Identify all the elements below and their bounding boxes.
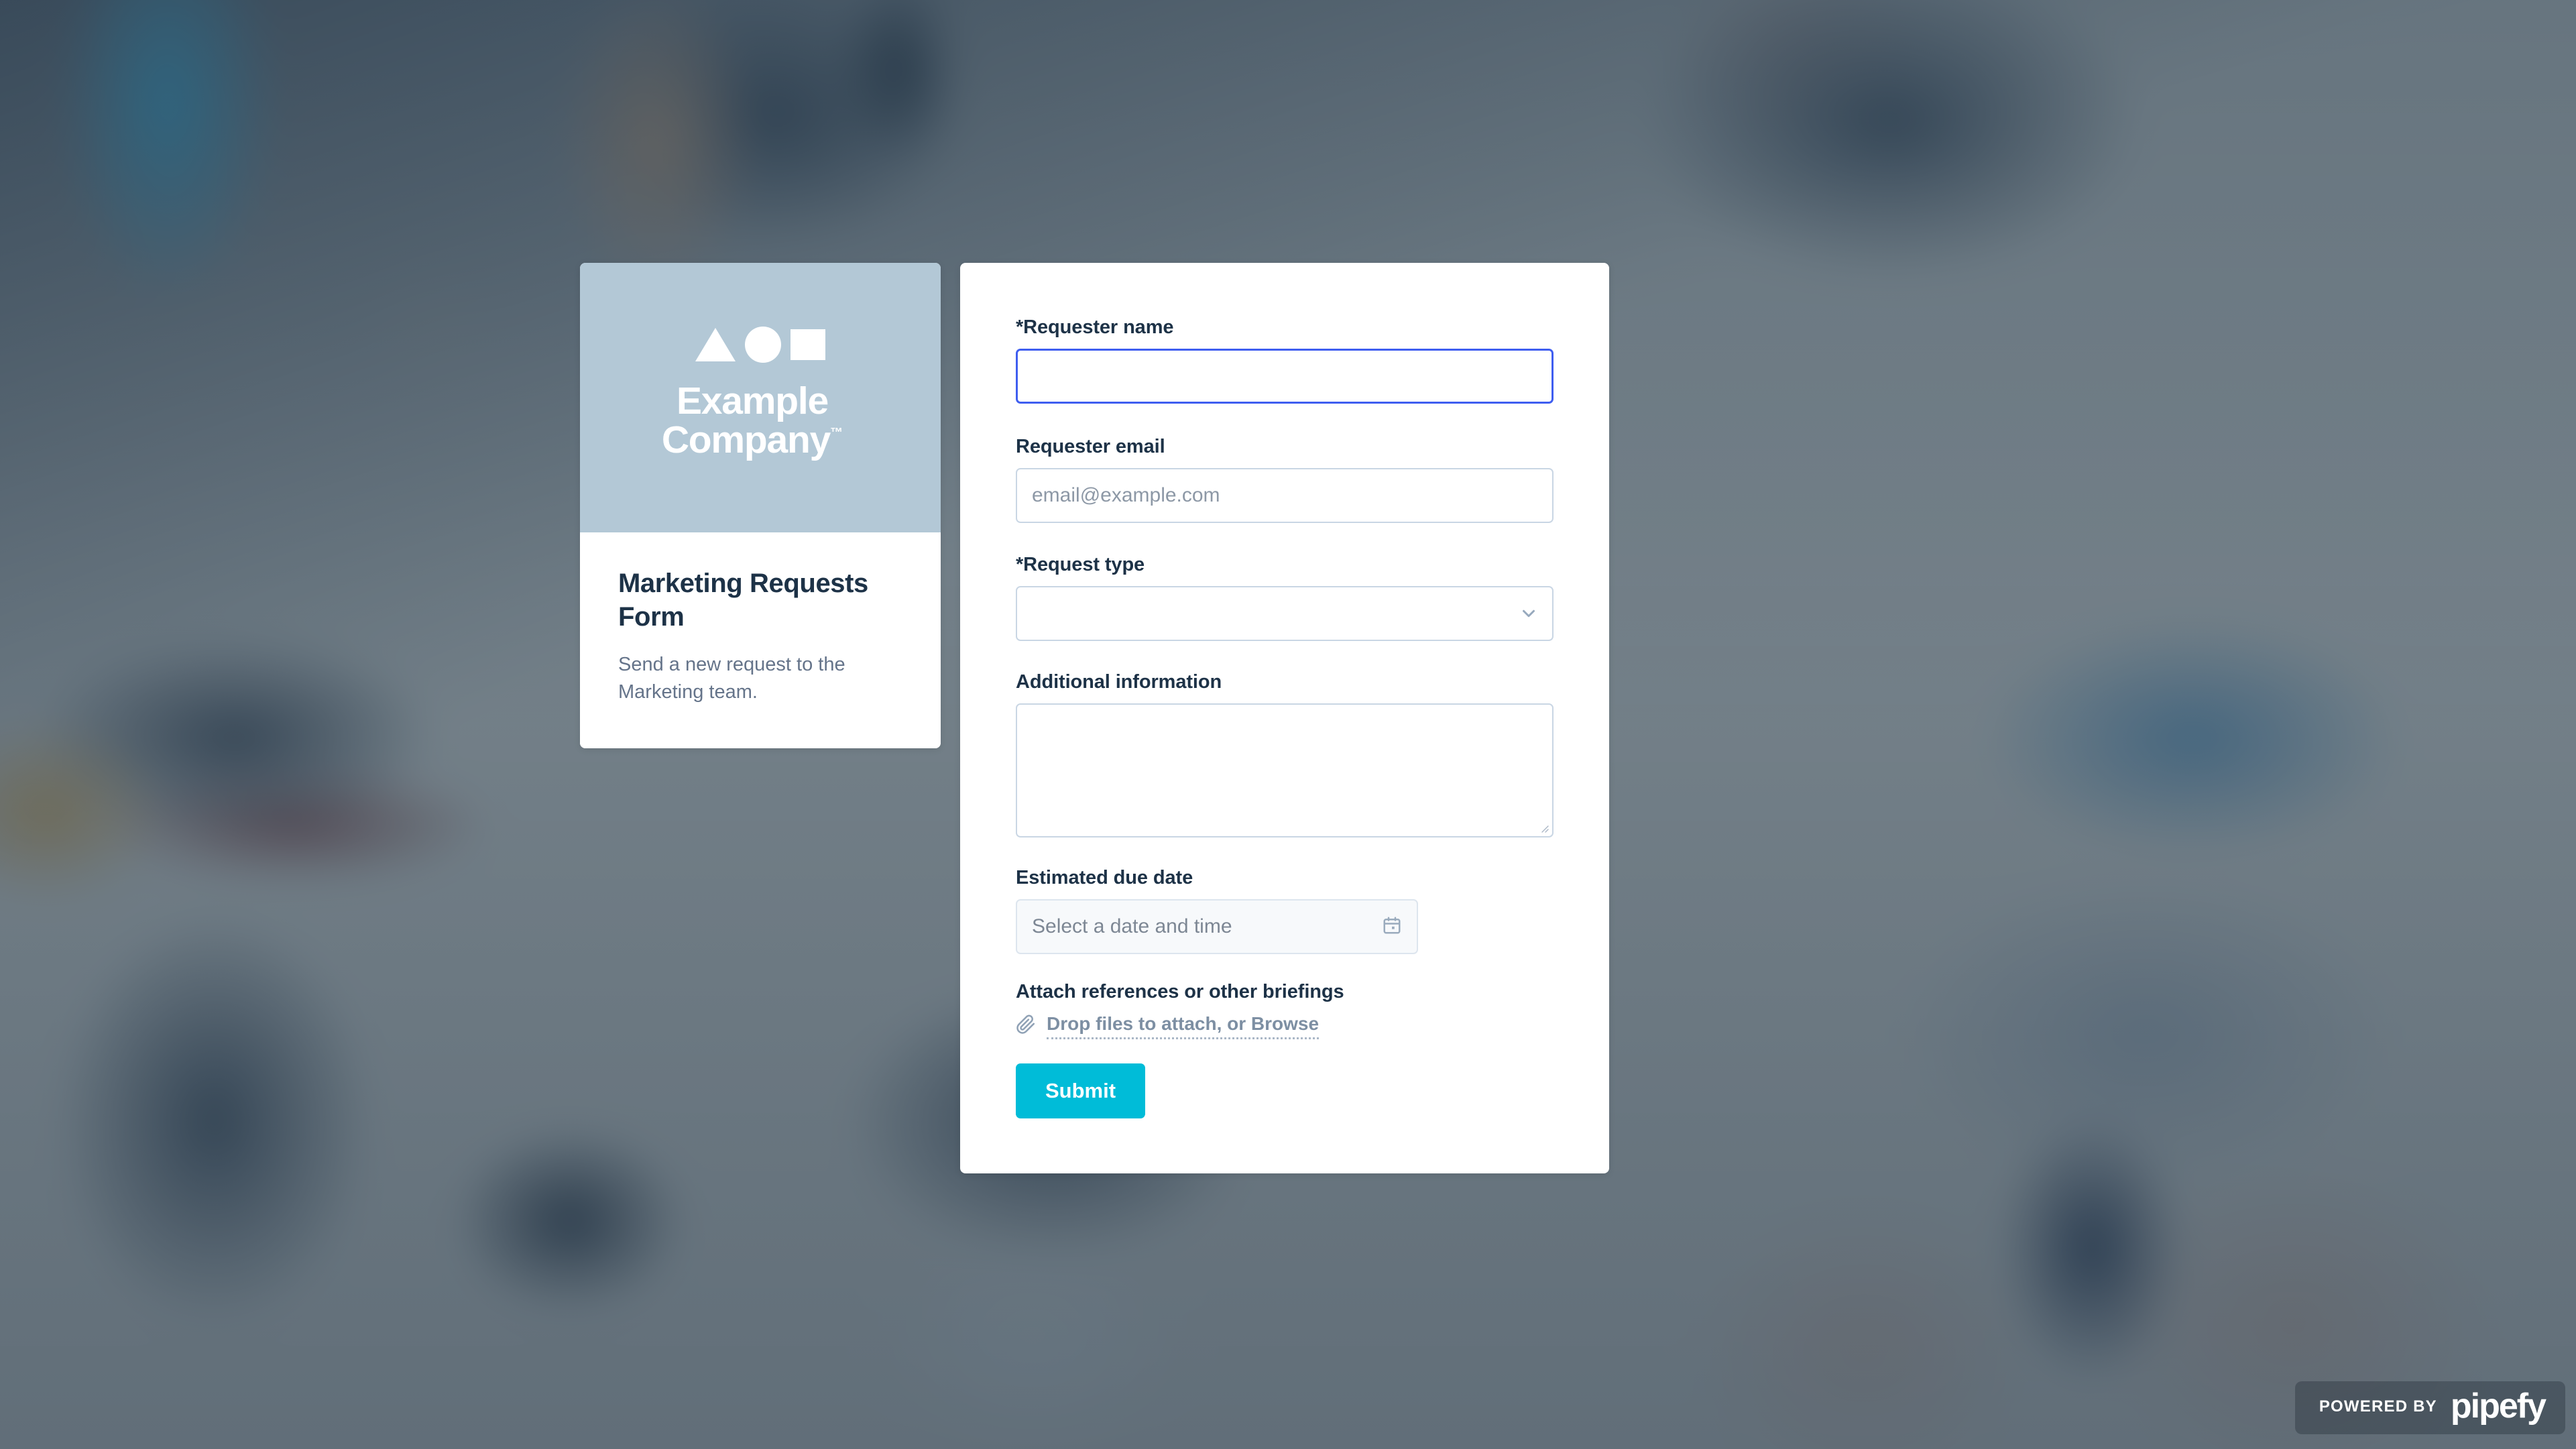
pipefy-logo: pipefy: [2450, 1387, 2546, 1426]
field-additional-information: Additional information: [1016, 671, 1554, 837]
brand-text-area: Marketing Requests Form Send a new reque…: [580, 532, 941, 748]
company-wordmark: Example Company™: [662, 382, 859, 459]
requester-email-label: Requester email: [1016, 436, 1165, 457]
company-name-line1: Example: [676, 379, 829, 422]
paperclip-icon: [1016, 1015, 1036, 1038]
additional-information-wrap: [1016, 703, 1554, 837]
additional-information-label: Additional information: [1016, 671, 1222, 693]
field-request-type: *Request type: [1016, 554, 1554, 641]
company-logo: [695, 326, 825, 363]
form-container: Example Company™ Marketing Requests Form…: [580, 263, 1609, 1174]
attachments-dropzone[interactable]: Drop files to attach, or Browse: [1016, 1013, 1554, 1040]
trademark-symbol: ™: [830, 426, 843, 440]
request-type-label: *Request type: [1016, 554, 1145, 575]
estimated-due-date-label: Estimated due date: [1016, 867, 1193, 888]
calendar-icon: [1382, 915, 1402, 939]
field-requester-email: Requester email: [1016, 436, 1554, 523]
submit-button[interactable]: Submit: [1016, 1063, 1146, 1119]
page-stage: Example Company™ Marketing Requests Form…: [0, 0, 2576, 1449]
field-attachments: Attach references or other briefings Dro…: [1016, 981, 1554, 1040]
page-title: Marketing Requests Form: [618, 569, 868, 632]
powered-by-text: POWERED BY: [2319, 1397, 2437, 1415]
powered-by-badge[interactable]: POWERED BY pipefy: [2294, 1381, 2565, 1434]
company-name-line2: Company: [661, 418, 831, 461]
request-type-select-wrap: [1016, 586, 1554, 641]
form-card: *Requester name Requester email *Request…: [960, 263, 1609, 1174]
additional-information-textarea[interactable]: [1016, 703, 1554, 837]
brand-card: Example Company™ Marketing Requests Form…: [580, 263, 941, 748]
field-estimated-due-date: Estimated due date Select a date and tim…: [1016, 867, 1554, 954]
estimated-due-date-input[interactable]: Select a date and time: [1016, 899, 1418, 954]
circle-icon: [745, 326, 781, 363]
requester-name-label: *Requester name: [1016, 316, 1174, 338]
triangle-icon: [695, 327, 736, 361]
request-type-select[interactable]: [1016, 586, 1554, 641]
field-requester-name: *Requester name: [1016, 316, 1554, 404]
requester-name-input[interactable]: [1016, 349, 1554, 404]
attachments-label: Attach references or other briefings: [1016, 981, 1344, 1002]
requester-email-input[interactable]: [1016, 468, 1554, 523]
page-description: Send a new request to the Marketing team…: [618, 654, 845, 703]
attachments-dropzone-text: Drop files to attach, or Browse: [1047, 1013, 1320, 1040]
brand-logo-area: Example Company™: [580, 263, 941, 532]
square-icon: [791, 329, 825, 360]
estimated-due-date-placeholder: Select a date and time: [1032, 915, 1232, 937]
